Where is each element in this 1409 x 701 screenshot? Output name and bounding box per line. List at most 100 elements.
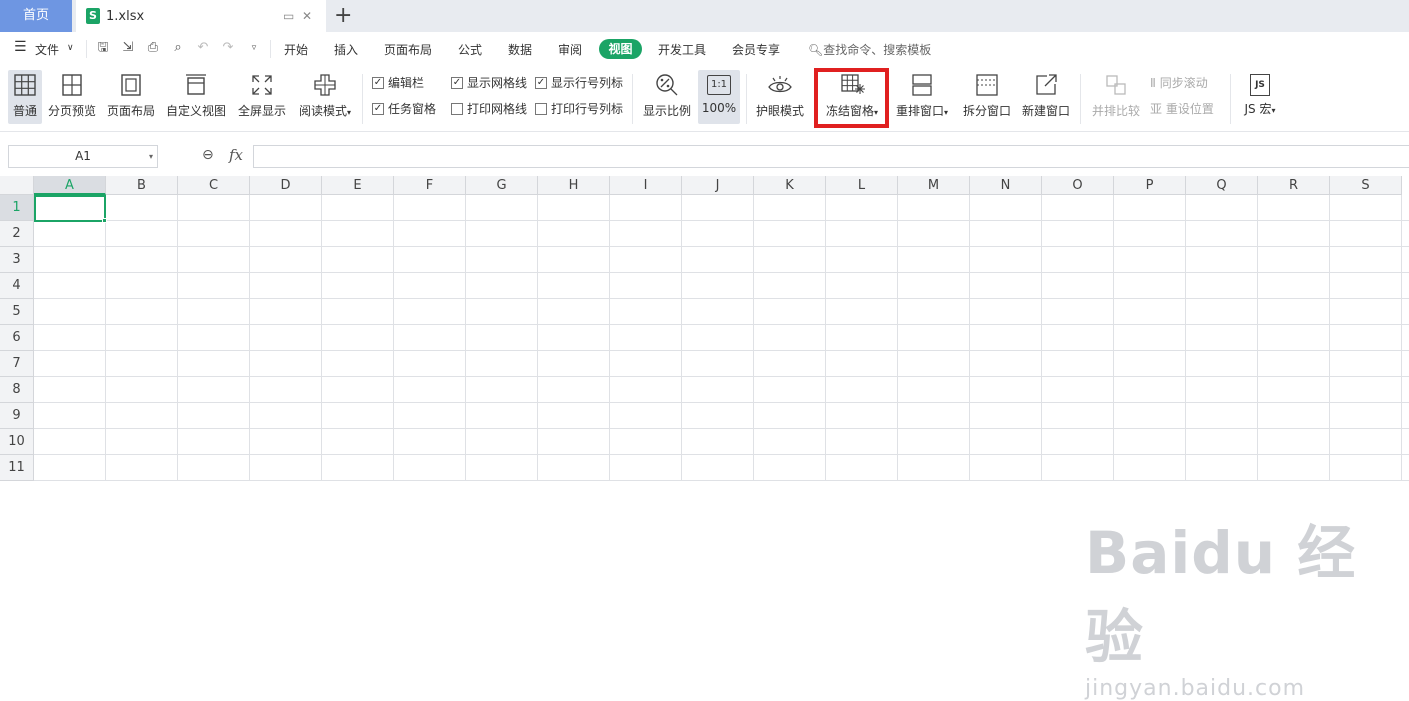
column-header[interactable]: I [610,176,682,195]
tab-review[interactable]: 审阅 [558,41,582,58]
tab-insert[interactable]: 插入 [334,41,358,58]
fx-icon[interactable]: fx [229,146,243,164]
row-header[interactable]: 2 [0,221,34,247]
custom-view-button[interactable]: 自定义视图 [164,70,228,124]
tab-developer[interactable]: 开发工具 [658,41,706,58]
show-gridlines-checkbox[interactable]: ✓ 显示网格线 [451,74,527,91]
undo-icon[interactable]: ↶ [196,41,210,55]
column-header[interactable]: L [826,176,898,195]
column-header[interactable]: C [178,176,250,195]
column-header[interactable]: R [1258,176,1330,195]
side-by-side-button[interactable]: 并排比较 [1090,70,1142,124]
column-header[interactable]: J [682,176,754,195]
print-icon[interactable]: ⎙ [146,41,160,55]
page-break-preview-button[interactable]: 分页预览 [46,70,98,124]
command-search[interactable]: 🔍︎查找命令、搜索模板 [808,41,931,58]
column-header[interactable]: Q [1186,176,1258,195]
page-layout-view-button[interactable]: 页面布局 [105,70,157,124]
column-header[interactable]: O [1042,176,1114,195]
tab-member[interactable]: 会员专享 [732,41,780,58]
save-icon[interactable]: 🖫 [96,41,110,55]
eye-protection-button[interactable]: 护眼模式 [753,70,807,124]
column-header[interactable]: N [970,176,1042,195]
row-header[interactable]: 5 [0,299,34,325]
row-header[interactable]: 9 [0,403,34,429]
hamburger-icon[interactable]: ☰ [14,39,27,55]
divider [1230,74,1231,124]
row-header[interactable]: 1 [0,195,34,221]
column-header[interactable]: B [106,176,178,195]
new-window-button[interactable]: 新建窗口 [1020,70,1072,124]
print-headings-checkbox[interactable]: 打印行号列标 [535,100,623,117]
check-icon: ✓ [372,102,384,115]
grid-icon [14,74,36,96]
row-header[interactable]: 6 [0,325,34,351]
fill-handle[interactable] [102,218,107,223]
column-header[interactable]: E [322,176,394,195]
column-header[interactable]: P [1114,176,1186,195]
normal-view-button[interactable]: 普通 [8,70,42,124]
tab-home[interactable]: 首页 [0,0,72,32]
print-gridlines-checkbox[interactable]: 打印网格线 [451,100,527,117]
tab-page-layout[interactable]: 页面布局 [384,41,432,58]
select-all-corner[interactable] [0,176,34,195]
column-header[interactable]: F [394,176,466,195]
zoom-ratio-button[interactable]: 显示比例 [641,70,693,124]
customize-dropdown-icon[interactable]: ▿ [247,41,261,55]
js-macro-button[interactable]: JS JS 宏▾ [1238,70,1282,124]
show-headings-checkbox[interactable]: ✓ 显示行号列标 [535,74,623,91]
cell-area[interactable] [34,195,1409,481]
row-header[interactable]: 8 [0,377,34,403]
chevron-down-icon[interactable]: ∨ [67,43,74,53]
page-layout-icon [121,74,141,96]
new-tab-plus-icon[interactable]: + [334,3,352,28]
close-icon[interactable]: ✕ [302,9,312,23]
file-menu[interactable]: 文件 [35,41,59,58]
arrange-windows-button[interactable]: 重排窗口▾ [892,70,952,124]
chevron-down-icon[interactable]: ▾ [149,146,153,167]
redo-icon[interactable]: ↷ [221,41,235,55]
zoom-icon[interactable]: ⊖ [202,147,214,163]
formula-input[interactable] [253,145,1409,168]
column-header[interactable]: K [754,176,826,195]
sync-scroll-button[interactable]: Ⅱ 同步滚动 [1150,74,1208,91]
ribbon-view: 普通 分页预览 页面布局 自定义视图 全屏显示 阅读模式▾ ✓ 编辑栏 ✓ 任务窗格… [0,66,1409,132]
row-header[interactable]: 7 [0,351,34,377]
column-header[interactable]: M [898,176,970,195]
row-header[interactable]: 3 [0,247,34,273]
column-header[interactable]: D [250,176,322,195]
column-header[interactable]: S [1330,176,1402,195]
reset-position-button[interactable]: 亚 重设位置 [1150,100,1214,117]
divider [1080,74,1081,124]
tab-formulas[interactable]: 公式 [458,41,482,58]
new-window-icon [1036,74,1057,95]
watermark-url: jingyan.baidu.com [1085,676,1306,701]
row-header[interactable]: 11 [0,455,34,481]
check-icon: ✓ [372,76,384,89]
search-label: 查找命令、搜索模板 [823,43,932,57]
tab-view[interactable]: 视图 [599,39,642,59]
export-icon[interactable]: ⇲ [121,41,135,55]
column-header[interactable]: G [466,176,538,195]
print-preview-icon[interactable]: ⌕ [171,41,185,55]
column-header[interactable]: A [34,176,106,195]
zoom-100-button[interactable]: 1:1 100% [698,70,740,124]
search-icon: 🔍︎ [808,43,824,57]
full-screen-button[interactable]: 全屏显示 [236,70,288,124]
row-header[interactable]: 10 [0,429,34,455]
split-window-button[interactable]: 拆分窗口 [961,70,1013,124]
tab-start[interactable]: 开始 [284,41,308,58]
one-to-one-icon: 1:1 [707,75,731,95]
tab-data[interactable]: 数据 [508,41,532,58]
sync-scroll-icon: Ⅱ [1150,76,1160,90]
edit-bar-checkbox[interactable]: ✓ 编辑栏 [372,74,424,91]
task-pane-checkbox[interactable]: ✓ 任务窗格 [372,100,436,117]
tab-file-label: 1.xlsx [106,8,145,24]
monitor-icon[interactable]: ▭ [283,9,294,23]
column-header[interactable]: H [538,176,610,195]
name-box[interactable]: A1 ▾ [8,145,158,168]
selected-cell[interactable] [34,195,106,222]
reading-mode-button[interactable]: 阅读模式▾ [294,70,356,124]
row-header[interactable]: 4 [0,273,34,299]
spreadsheet-grid: ABCDEFGHIJKLMNOPQRS 1 2 3 4 5 6 7 8 9 10 11 Baidu … [0,176,1409,701]
